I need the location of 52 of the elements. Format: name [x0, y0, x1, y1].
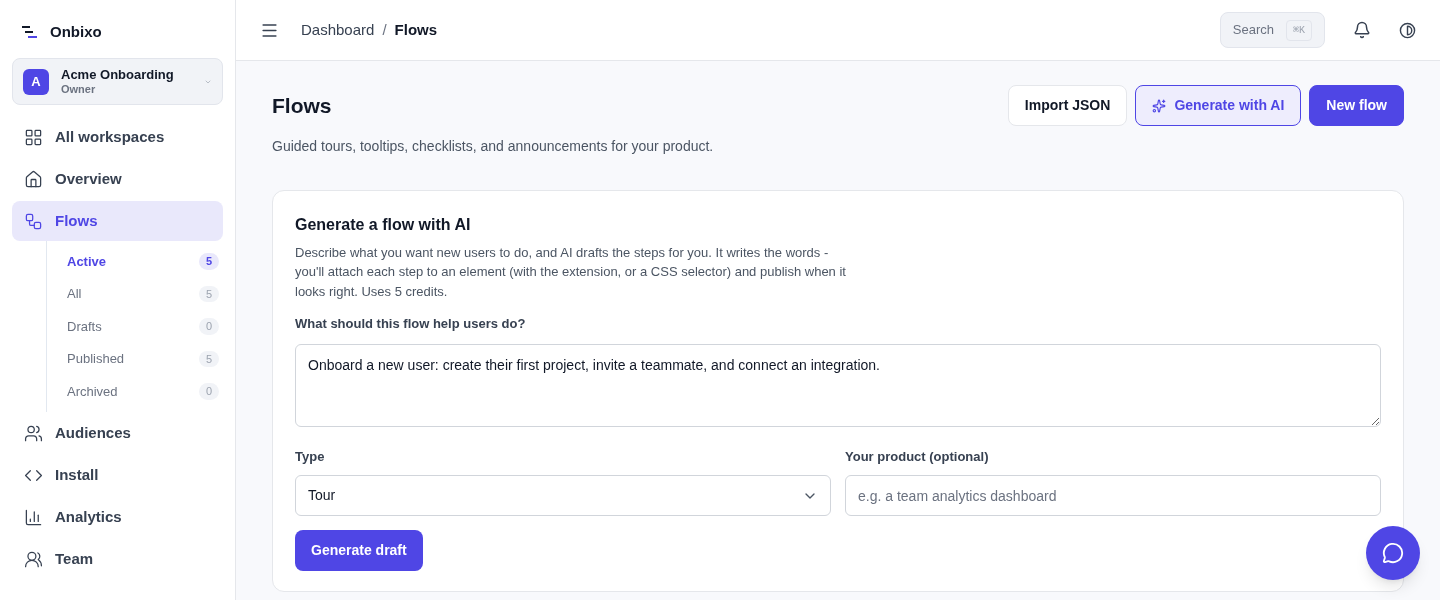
nav-item[interactable]: Install — [12, 455, 223, 496]
action-button[interactable]: Generate with AI — [1135, 85, 1302, 126]
prompt-field[interactable]: Onboard a new user: create their first project, invite a teammate, and connect an integration. — [295, 343, 1381, 427]
chat-icon — [1382, 542, 1404, 564]
breadcrumb-link[interactable]: Flows — [394, 18, 438, 42]
logo-icon — [22, 25, 38, 39]
workspace-switcher[interactable]: A Acme Onboarding Owner — [12, 58, 223, 105]
brand-name: Onbixo — [50, 21, 102, 42]
count-badge: 5 — [199, 350, 219, 367]
theme-toggle-icon[interactable] — [1399, 21, 1416, 39]
team-icon — [24, 550, 43, 569]
generate-draft-button[interactable]: Generate draft — [295, 530, 423, 571]
type-select[interactable]: Tour — [295, 475, 831, 516]
field-label: What should this flow help users do? — [295, 315, 527, 333]
action-button[interactable]: New flow — [1309, 85, 1404, 126]
people-icon — [24, 424, 43, 443]
page-subtitle: Guided tours, tooltips, checklists, and announcements for your product. — [272, 136, 714, 156]
sub-nav-item[interactable]: All 5 — [67, 277, 219, 310]
workspace-role: Owner — [61, 82, 97, 97]
sub-nav-item[interactable]: Published 5 — [67, 342, 219, 375]
grid-icon — [24, 127, 43, 147]
workspace-name: Acme Onboarding — [61, 66, 175, 83]
home-icon — [24, 169, 43, 189]
count-badge: 0 — [199, 318, 219, 335]
card-description: Describe what you want new users to do, and AI drafts the steps for you. It writes the words - you'll attach each step to an element (with the extension, or a CSS selector) and publish when it looks right. Uses 5 credits. — [295, 243, 847, 301]
search-button[interactable]: Search ⌘K — [1219, 12, 1325, 48]
flow-icon — [24, 211, 43, 231]
count-badge: 0 — [199, 383, 219, 400]
count-badge: 5 — [199, 253, 219, 270]
count-badge: 5 — [199, 285, 219, 302]
product-field[interactable]: e.g. a team analytics dashboard — [845, 475, 1381, 516]
nav-item[interactable]: Overview — [12, 159, 223, 199]
sparkle-icon — [1152, 98, 1167, 113]
breadcrumb-separator: / — [382, 19, 387, 40]
sub-nav-item[interactable]: Active 5 — [67, 245, 219, 278]
action-button[interactable]: Import JSON — [1007, 85, 1128, 126]
field-label: Type — [295, 447, 326, 466]
shortcut-key: ⌘K — [1285, 19, 1312, 41]
nav-item[interactable]: Flows — [12, 201, 223, 241]
nav-item[interactable]: Analytics — [12, 497, 223, 538]
nav-item[interactable]: Team — [12, 539, 223, 580]
bell-icon[interactable] — [1353, 21, 1371, 39]
nav-item[interactable]: Audiences — [12, 413, 223, 454]
sub-nav-item[interactable]: Drafts 0 — [67, 310, 219, 343]
card-title: Generate a flow with AI — [295, 214, 472, 235]
nav-item[interactable]: All workspaces — [12, 117, 223, 157]
breadcrumb-link[interactable]: Dashboard — [301, 18, 375, 42]
bar-chart-icon — [24, 508, 43, 527]
sub-nav-item[interactable]: Archived 0 — [67, 375, 219, 408]
field-label: Your product (optional) — [845, 447, 990, 466]
page-title: Flows — [272, 93, 333, 119]
workspace-avatar: A — [23, 68, 49, 95]
